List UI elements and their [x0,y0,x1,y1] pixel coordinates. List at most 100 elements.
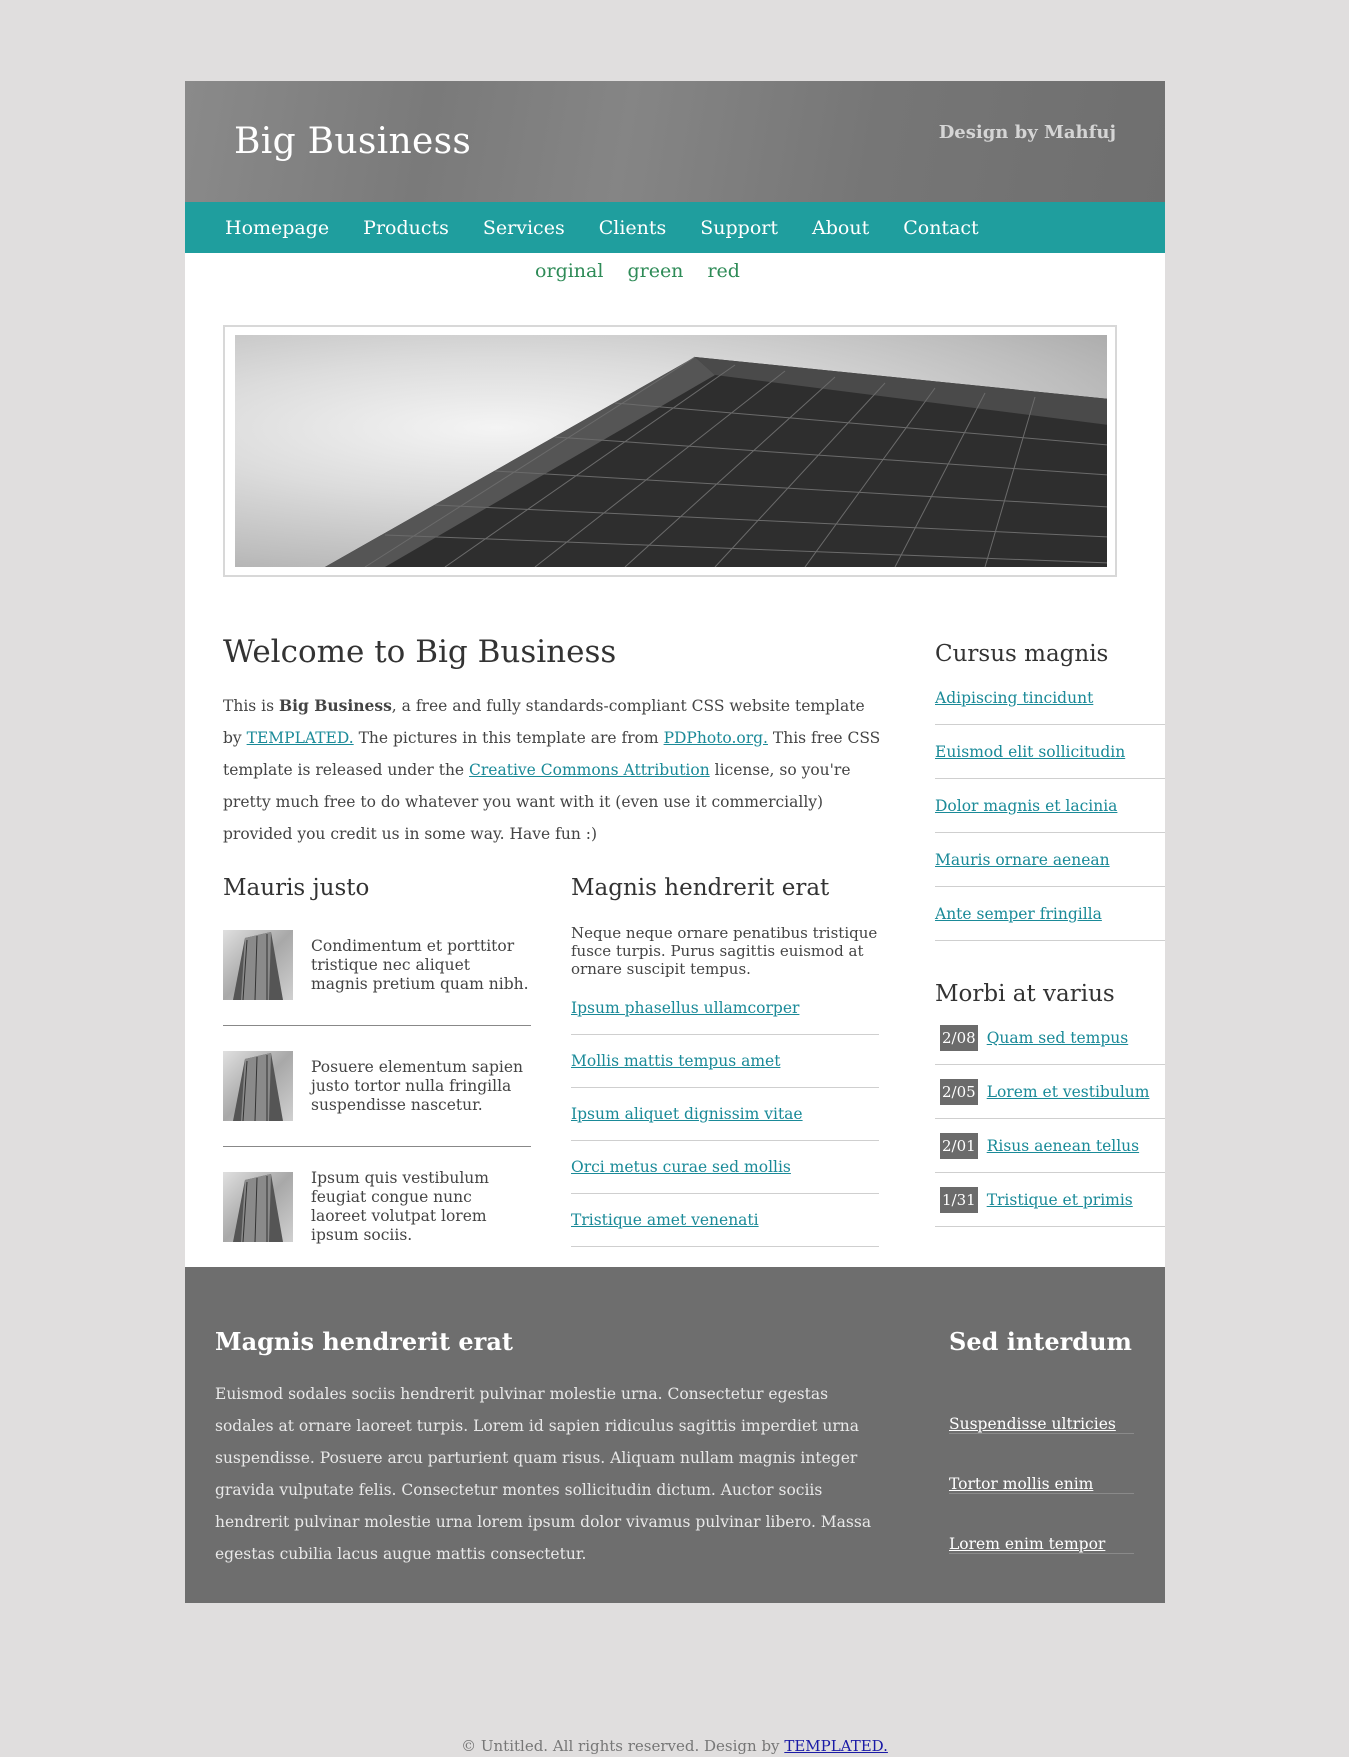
cursus-magnis-title: Cursus magnis [935,641,1109,667]
intro-text-3: The pictures in this template are from [353,729,664,747]
list-item: Orci metus curae sed mollis [571,1141,879,1194]
list-item: Ipsum phasellus ullamcorper [571,982,879,1035]
date-badge: 2/05 [940,1078,978,1105]
welcome-section: Welcome to Big Business This is Big Busi… [223,577,883,850]
magnis-hendrerit-text: Neque neque ornare penatibus tristique f… [571,924,878,978]
date-badge: 2/01 [940,1132,978,1159]
site-footer: Magnis hendrerit erat Euismod sodales so… [185,1267,1165,1603]
footer-list-item: Lorem enim tempor [949,1494,1134,1554]
list-link[interactable]: Orci metus curae sed mollis [571,1158,791,1176]
cursus-link-list: Adipiscing tincidunt Euismod elit sollic… [935,671,1165,941]
nav-services[interactable]: Services [483,217,565,239]
main-nav: Homepage Products Services Clients Suppo… [185,202,1165,253]
dated-link[interactable]: Tristique et primis [987,1191,1133,1209]
nav-homepage[interactable]: Homepage [225,217,329,239]
footer-link[interactable]: Lorem enim tempor [949,1535,1105,1553]
building-icon [233,1053,283,1121]
footer-list-item: Suspendisse ultricies [949,1374,1134,1434]
list-item: Mollis mattis tempus amet [571,1035,879,1088]
dated-item: 2/01 Risus aenean tellus [935,1119,1165,1173]
sidebar-item: Dolor magnis et lacinia [935,779,1165,833]
intro-bold: Big Business [279,696,392,715]
list-item-text: Posuere elementum sapien justo tortor nu… [311,1057,523,1114]
copyright-text: © Untitled. All rights reserved. Design … [461,1737,785,1755]
building-thumbnail [223,930,293,1000]
dated-link-list: 2/08 Quam sed tempus 2/05 Lorem et vestibu… [935,1011,1165,1227]
list-item: Ipsum quis vestibulum feugiat congue nun… [223,1163,531,1268]
building-illustration [325,356,1107,567]
theme-red-link[interactable]: red [707,260,740,282]
nav-about[interactable]: About [812,217,869,239]
welcome-title: Welcome to Big Business [223,634,617,670]
sidebar-item: Mauris ornare aenean [935,833,1165,887]
footer-link[interactable]: Suspendisse ultricies [949,1415,1116,1433]
footer-link[interactable]: Tortor mollis enim [949,1475,1093,1493]
sidebar: Cursus magnis Adipiscing tincidunt Euism… [935,577,1165,1227]
list-link[interactable]: Ipsum phasellus ullamcorper [571,999,799,1017]
dated-item: 1/31 Tristique et primis [935,1173,1165,1227]
footer-text: Euismod sodales sociis hendrerit pulvina… [215,1385,872,1563]
list-item: Tristique amet venenati [571,1194,879,1247]
dated-link[interactable]: Quam sed tempus [987,1029,1129,1047]
pdphoto-link[interactable]: PDPhoto.org. [664,729,768,747]
magnis-link-list: Ipsum phasellus ullamcorper Mollis matti… [571,982,879,1247]
list-item-text: Ipsum quis vestibulum feugiat congue nun… [311,1169,489,1244]
building-icon [233,932,283,1000]
sidebar-item: Euismod elit sollicitudin [935,725,1165,779]
site-header: Big Business Design by Mahfuj [185,81,1165,202]
dated-link[interactable]: Lorem et vestibulum [987,1083,1150,1101]
welcome-text: This is Big Business, a free and fully s… [223,690,883,850]
design-credit: Design by Mahfuj [938,122,1116,143]
sidebar-item: Ante semper fringilla [935,887,1165,941]
dated-item: 2/05 Lorem et vestibulum [935,1065,1165,1119]
date-badge: 2/08 [940,1024,978,1051]
footer-link-list: Suspendisse ultricies Tortor mollis enim… [949,1374,1134,1554]
footer-title: Magnis hendrerit erat [215,1327,513,1356]
sidebar-link[interactable]: Mauris ornare aenean [935,851,1110,869]
nav-contact[interactable]: Contact [903,217,978,239]
dated-item: 2/08 Quam sed tempus [935,1011,1165,1065]
list-link[interactable]: Tristique amet venenati [571,1211,759,1229]
list-link[interactable]: Ipsum aliquet dignissim vitae [571,1105,803,1123]
sidebar-link[interactable]: Adipiscing tincidunt [935,689,1093,707]
sidebar-link[interactable]: Euismod elit sollicitudin [935,743,1125,761]
magnis-hendrerit-title: Magnis hendrerit erat [571,875,830,901]
copyright-templated-link[interactable]: TEMPLATED. [784,1737,888,1755]
list-item: Ipsum aliquet dignissim vitae [571,1088,879,1141]
theme-green-link[interactable]: green [627,260,683,282]
dated-link[interactable]: Risus aenean tellus [987,1137,1139,1155]
templated-link[interactable]: TEMPLATED. [247,729,354,747]
page-wrapper: Big Business Design by Mahfuj Homepage P… [185,81,1165,1603]
footer-list-item: Tortor mollis enim [949,1434,1134,1494]
magnis-hendrerit-section: Magnis hendrerit erat Neque neque ornare… [571,875,879,1247]
intro-text-1: This is [223,697,279,715]
theme-original-link[interactable]: orginal [535,260,603,282]
creative-commons-link[interactable]: Creative Commons Attribution [469,761,710,779]
building-icon [233,1174,283,1242]
list-item: Condimentum et porttitor tristique nec a… [223,921,531,1026]
date-badge: 1/31 [940,1186,978,1213]
list-item: Posuere elementum sapien justo tortor nu… [223,1042,531,1147]
banner-image [235,335,1107,567]
site-title[interactable]: Big Business [234,121,471,162]
nav-clients[interactable]: Clients [599,217,667,239]
footer-side-title: Sed interdum [949,1327,1132,1356]
footer-sidebar: Sed interdum Suspendisse ultricies Torto… [949,1327,1134,1554]
sidebar-link[interactable]: Ante semper fringilla [935,905,1102,923]
mauris-justo-title: Mauris justo [223,875,370,901]
copyright: © Untitled. All rights reserved. Design … [0,1737,1349,1755]
footer-main: Magnis hendrerit erat Euismod sodales so… [215,1327,885,1570]
banner-frame [223,325,1117,577]
morbi-at-varius-title: Morbi at varius [935,981,1115,1007]
sidebar-link[interactable]: Dolor magnis et lacinia [935,797,1117,815]
list-link[interactable]: Mollis mattis tempus amet [571,1052,780,1070]
main-content: Welcome to Big Business This is Big Busi… [185,577,1165,1268]
sidebar-item: Adipiscing tincidunt [935,671,1165,725]
mauris-justo-section: Mauris justo Condimentum et porttitor tr… [223,875,531,1268]
theme-switcher: orginal green red [185,253,1165,289]
list-item-text: Condimentum et porttitor tristique nec a… [311,936,529,993]
nav-products[interactable]: Products [363,217,449,239]
building-thumbnail [223,1172,293,1242]
building-thumbnail [223,1051,293,1121]
nav-support[interactable]: Support [700,217,778,239]
